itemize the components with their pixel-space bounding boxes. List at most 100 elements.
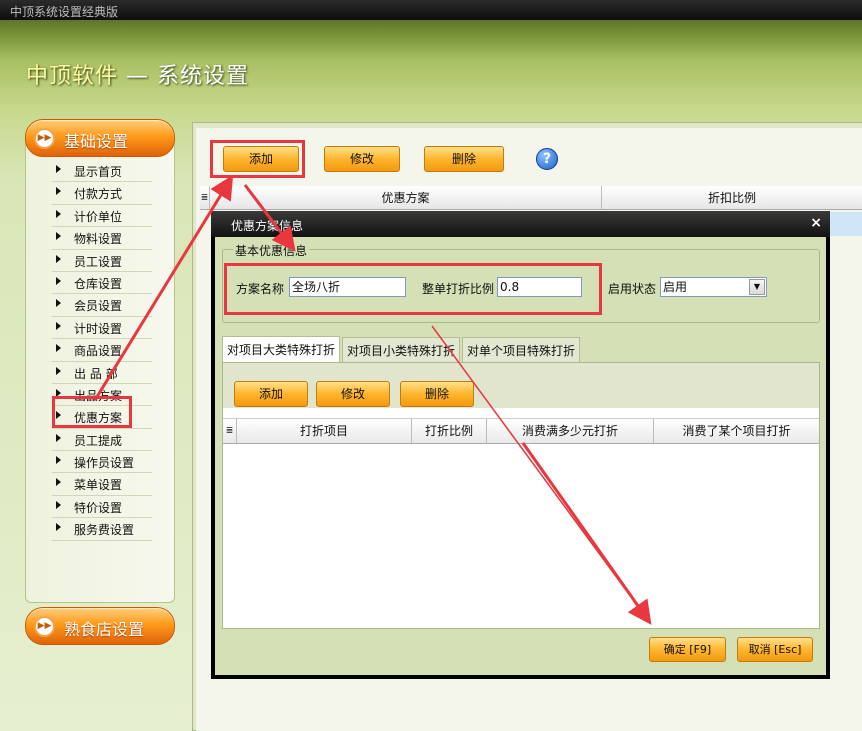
dialog-body: 基本优惠信息 方案名称 全场八折 整单打折比例 0.8 启用状态 启用 ▼ 对项…: [215, 237, 826, 675]
delete-button[interactable]: 删除: [424, 146, 504, 172]
sidebar-item-label: 员工设置: [74, 254, 123, 269]
sidebar-item-label: 员工提成: [74, 433, 123, 448]
arrow-right-icon: [56, 523, 61, 532]
expand-icon: ▶▶: [34, 616, 55, 637]
sidebar-item[interactable]: 计价单位: [52, 205, 152, 228]
ratio-label: 整单打折比例: [422, 282, 495, 296]
ok-button[interactable]: 确定 [F9]: [649, 637, 726, 662]
arrow-right-icon: [56, 433, 61, 442]
tab-single-item-discount[interactable]: 对单个项目特殊打折: [462, 337, 581, 362]
window-title: 中顶系统设置经典版: [10, 5, 119, 19]
sidebar-item-label: 计价单位: [74, 209, 123, 224]
column-header[interactable]: 消费满多少元打折: [487, 419, 654, 443]
sidebar-item-label: 付款方式: [74, 187, 123, 202]
column-header[interactable]: 打折项目: [237, 419, 412, 443]
sidebar-item-label: 优惠方案: [74, 411, 123, 426]
sidebar-item[interactable]: 服务费设置: [52, 518, 152, 541]
sidebar-item[interactable]: 员工提成: [52, 429, 152, 452]
sidebar-menu: 显示首页付款方式计价单位物料设置员工设置仓库设置会员设置计时设置商品设置出 品 …: [52, 160, 152, 541]
sidebar-item[interactable]: 出 品 部: [52, 362, 152, 384]
title-separator: —: [118, 64, 158, 89]
arrow-right-icon: [56, 456, 61, 465]
section-name: 系统设置: [157, 64, 250, 89]
column-header[interactable]: 优惠方案: [210, 186, 602, 210]
tab-category-discount[interactable]: 对项目大类特殊打折: [222, 336, 341, 363]
sidebar-item[interactable]: 出品方案: [52, 384, 152, 407]
sidebar-item[interactable]: 付款方式: [52, 182, 152, 205]
main-grid-header: ≣ 优惠方案 折扣比例: [200, 186, 862, 210]
status-value: 启用: [663, 280, 688, 294]
inner-toolbar: 添加 修改 删除: [223, 363, 819, 408]
arrow-right-icon: [56, 411, 61, 420]
arrow-right-icon: [56, 187, 61, 196]
sidebar-item[interactable]: 优惠方案: [52, 406, 152, 429]
sidebar-item-label: 操作员设置: [74, 456, 135, 471]
sidebar-group-label: 熟食店设置: [64, 620, 145, 639]
sidebar-item[interactable]: 特价设置: [52, 496, 152, 519]
expand-icon: ▶▶: [34, 128, 55, 149]
sidebar-item[interactable]: 会员设置: [52, 294, 152, 317]
column-header[interactable]: 消费了某个项目打折: [654, 419, 819, 443]
sidebar-item-label: 特价设置: [74, 500, 123, 515]
discount-plan-dialog: 优惠方案信息 × 基本优惠信息 方案名称 全场八折 整单打折比例 0.8 启用状…: [211, 211, 830, 679]
sidebar-item[interactable]: 计时设置: [52, 317, 152, 340]
cancel-button[interactable]: 取消 [Esc]: [737, 637, 813, 662]
inner-add-button[interactable]: 添加: [234, 381, 308, 407]
tab-panel: 添加 修改 删除 ≣ 打折项目 打折比例 消费满多少元打折 消费了某个项目打折: [222, 362, 820, 629]
column-header[interactable]: 打折比例: [412, 419, 487, 443]
dialog-title-bar[interactable]: 优惠方案信息 ×: [211, 211, 830, 237]
inner-edit-button[interactable]: 修改: [316, 381, 390, 407]
arrow-right-icon: [56, 500, 61, 509]
sidebar-item[interactable]: 物料设置: [52, 227, 152, 250]
window-title-bar: 中顶系统设置经典版: [0, 0, 862, 20]
plan-name-label: 方案名称: [236, 282, 285, 296]
arrow-right-icon: [56, 165, 61, 173]
arrow-right-icon: [56, 388, 61, 397]
sidebar-item-label: 显示首页: [74, 165, 123, 179]
arrow-right-icon: [56, 299, 61, 308]
sidebar-item-label: 菜单设置: [74, 478, 123, 493]
sidebar-item[interactable]: 商品设置: [52, 339, 152, 362]
inner-delete-button[interactable]: 删除: [400, 381, 474, 407]
sidebar-group-deli-settings[interactable]: ▶▶ 熟食店设置: [25, 607, 175, 645]
sidebar-item-label: 服务费设置: [74, 523, 135, 538]
arrow-right-icon: [56, 232, 61, 241]
basic-info-group: 基本优惠信息 方案名称 全场八折 整单打折比例 0.8 启用状态 启用 ▼: [222, 242, 820, 323]
ratio-input[interactable]: 0.8: [497, 277, 582, 297]
table-row[interactable]: [828, 212, 862, 236]
sidebar-item-label: 物料设置: [74, 232, 123, 247]
sidebar-group-basic-settings[interactable]: ▶▶ 基础设置: [25, 119, 175, 157]
brand-name: 中顶软件: [26, 64, 119, 89]
sidebar-item[interactable]: 仓库设置: [52, 272, 152, 295]
row-selector-icon: ≣: [223, 419, 237, 443]
chevron-down-icon[interactable]: ▼: [749, 279, 765, 295]
sidebar-item-label: 出品方案: [74, 388, 123, 403]
column-header[interactable]: 折扣比例: [602, 186, 862, 210]
app-title: 中顶软件 — 系统设置: [26, 58, 249, 90]
tab-subcategory-discount[interactable]: 对项目小类特殊打折: [342, 337, 461, 362]
edit-button[interactable]: 修改: [324, 146, 400, 172]
sidebar-item-label: 仓库设置: [74, 276, 123, 291]
add-button[interactable]: 添加: [223, 146, 299, 172]
close-icon[interactable]: ×: [810, 215, 822, 231]
status-label: 启用状态: [608, 282, 657, 296]
arrow-right-icon: [56, 276, 61, 285]
sidebar-item-label: 商品设置: [74, 344, 123, 359]
help-icon[interactable]: ?: [536, 148, 558, 170]
sidebar-item-label: 会员设置: [74, 299, 123, 314]
arrow-right-icon: [56, 344, 61, 353]
sidebar-item-label: 计时设置: [74, 321, 123, 336]
sidebar-item[interactable]: 操作员设置: [52, 451, 152, 474]
arrow-right-icon: [56, 478, 61, 487]
sidebar-group-label: 基础设置: [64, 132, 129, 151]
arrow-right-icon: [56, 366, 61, 375]
sidebar-item-label: 出 品 部: [74, 366, 118, 381]
sidebar-item[interactable]: 显示首页: [52, 160, 152, 183]
status-select[interactable]: 启用 ▼: [660, 277, 767, 297]
dialog-title: 优惠方案信息: [231, 219, 304, 233]
plan-name-input[interactable]: 全场八折: [289, 277, 406, 297]
row-selector-icon: ≣: [200, 186, 210, 210]
sidebar-item[interactable]: 员工设置: [52, 250, 152, 272]
arrow-right-icon: [56, 321, 61, 330]
sidebar-item[interactable]: 菜单设置: [52, 473, 152, 496]
